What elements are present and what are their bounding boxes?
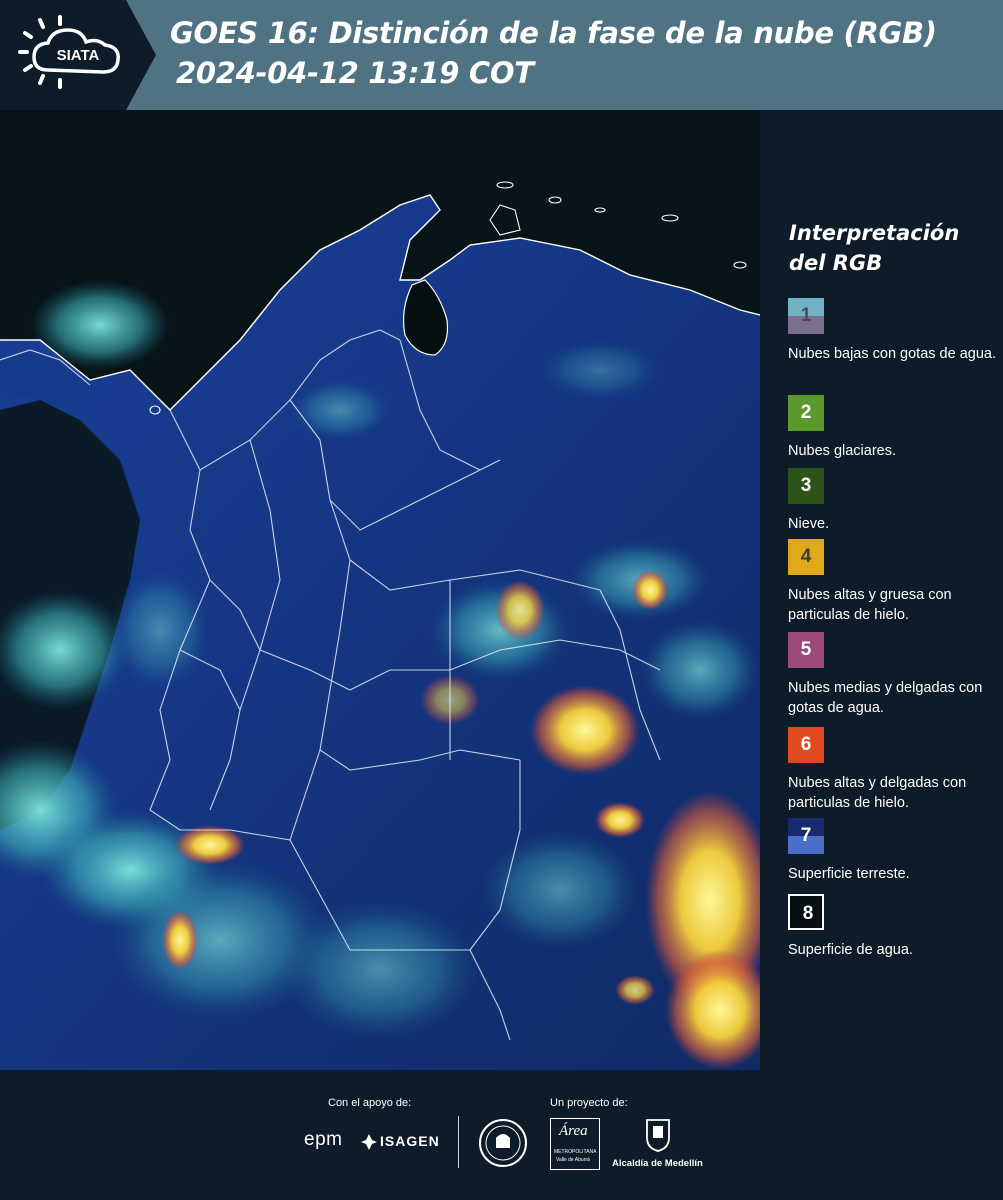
legend-label-3: Nieve.	[788, 516, 830, 532]
legend-panel: Interpretación del RGB 1 Nubes bajas con…	[760, 110, 1003, 1070]
legend-swatch-3: 3	[788, 468, 824, 504]
area-valle-text: Valle de Aburrá	[556, 1157, 590, 1163]
epm-logo[interactable]: epm	[304, 1129, 342, 1151]
siata-logo-shape: SIATA	[0, 0, 156, 110]
legend-swatch-2: 2	[788, 395, 824, 431]
legend-number-2: 2	[800, 402, 812, 423]
alcaldia-logo[interactable]: Alcaldía de Medellín	[612, 1118, 704, 1172]
legend-item-3: 3 Nieve.	[788, 468, 1003, 534]
isagen-icon	[361, 1134, 377, 1150]
legend-number-1: 1	[800, 305, 812, 326]
legend-swatch-6: 6	[788, 727, 824, 763]
legend-swatch-5: 5	[788, 632, 824, 668]
page-title: GOES 16: Distinción de la fase de la nub…	[170, 16, 937, 50]
legend-label-8: Superficie de agua.	[788, 942, 913, 958]
legend-label-1: Nubes bajas con gotas de agua.	[788, 346, 996, 362]
legend-number-5: 5	[800, 639, 812, 660]
legend-item-2: 2 Nubes glaciares.	[788, 395, 1003, 461]
legend-label-5: Nubes medias y delgadas con gotas de agu…	[788, 680, 983, 716]
header-bar: SIATA GOES 16: Distinción de la fase de …	[0, 0, 1003, 110]
legend-swatch-7: 7	[788, 818, 824, 854]
legend-title-line2: del RGB	[789, 251, 883, 275]
legend-swatch-1: 1	[788, 298, 824, 334]
university-seal[interactable]	[478, 1116, 528, 1170]
legend-item-5: 5 Nubes medias y delgadas con gotas de a…	[788, 632, 1003, 718]
alcaldia-text: Alcaldía de Medellín	[612, 1158, 703, 1169]
rgb-satellite-image	[0, 110, 760, 1070]
legend-label-2: Nubes glaciares.	[788, 443, 896, 459]
legend-item-7: 7 Superficie terreste.	[788, 818, 1003, 884]
legend-item-6: 6 Nubes altas y delgadas con particulas …	[788, 727, 1003, 813]
satellite-map[interactable]	[0, 110, 760, 1070]
logo-text: SIATA	[57, 47, 100, 64]
timestamp: 2024-04-12 13:19 COT	[176, 56, 534, 90]
legend-label-4: Nubes altas y gruesa con particulas de h…	[788, 587, 952, 623]
legend-number-7: 7	[800, 825, 812, 846]
seal-icon	[479, 1119, 527, 1167]
legend-item-1: 1 Nubes bajas con gotas de agua.	[788, 298, 1003, 364]
footer-bar: Con el apoyo de: Un proyecto de: epm ISA…	[0, 1070, 1003, 1200]
legend-swatch-4: 4	[788, 539, 824, 575]
legend-number-6: 6	[800, 734, 812, 755]
siata-logo[interactable]: SIATA	[0, 0, 156, 110]
alcaldia-shield-icon	[646, 1119, 670, 1152]
legend-title-line1: Interpretación	[789, 221, 960, 245]
legend-item-4: 4 Nubes altas y gruesa con particulas de…	[788, 539, 1003, 625]
isagen-text: ISAGEN	[380, 1133, 440, 1149]
legend-label-7: Superficie terreste.	[788, 866, 910, 882]
legend-item-8: 8 Superficie de agua.	[788, 894, 1003, 960]
legend-swatch-8: 8	[788, 894, 824, 930]
area-metropolitana-logo[interactable]: Área METROPOLITANA Valle de Aburrá	[550, 1118, 600, 1170]
isagen-logo[interactable]: ISAGEN	[360, 1132, 440, 1152]
footer-divider	[458, 1116, 459, 1168]
legend-number-8: 8	[802, 903, 814, 924]
legend-number-3: 3	[800, 475, 812, 496]
legend-number-4: 4	[800, 546, 812, 567]
project-caption: Un proyecto de:	[550, 1097, 628, 1109]
area-text: Área	[559, 1123, 588, 1139]
support-caption: Con el apoyo de:	[328, 1097, 412, 1109]
legend-title: Interpretación del RGB	[789, 218, 959, 278]
legend-label-6: Nubes altas y delgadas con particulas de…	[788, 775, 967, 811]
area-metro-text: METROPOLITANA	[554, 1149, 597, 1155]
